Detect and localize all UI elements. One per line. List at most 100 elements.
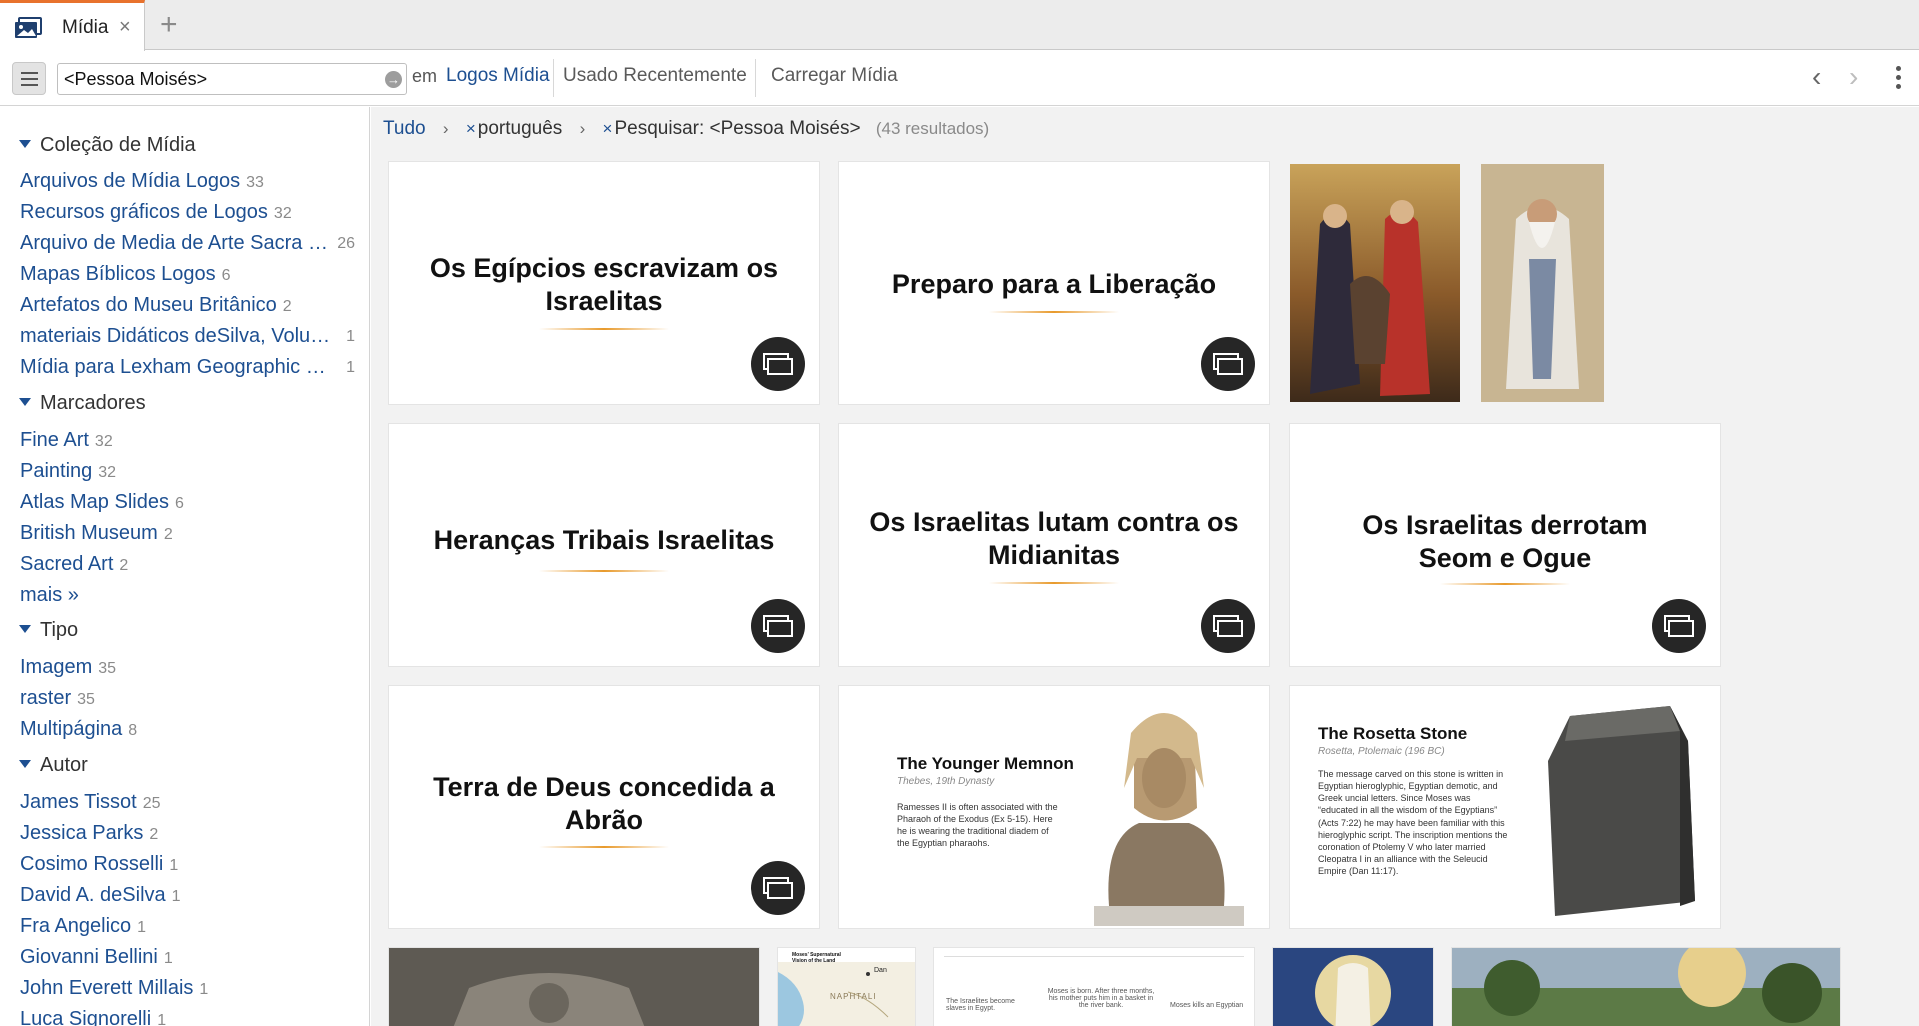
slide-body: Ramesses II is often associated with the… [897,802,1058,849]
add-tab-icon[interactable]: + [160,8,178,42]
remove-filter-icon[interactable]: × [603,119,613,138]
slide-title: Os Israelitas lutam contra os Midianitas [869,507,1239,570]
search-go-icon[interactable]: → [385,71,402,88]
divider [553,59,554,97]
facet-item[interactable]: raster 35 [20,687,365,710]
facet-item[interactable]: Fine Art 32 [20,429,365,452]
result-image[interactable] [1273,948,1433,1026]
facet-item[interactable]: Mapas Bíblicos Logos 6 [20,263,365,286]
result-card[interactable]: The Rosetta Stone Rosetta, Ptolemaic (19… [1290,686,1720,928]
collapse-triangle-icon [19,398,31,406]
result-image[interactable] [1290,164,1460,402]
collapse-triangle-icon [19,760,31,768]
facet-item[interactable]: Arquivo de Media de Arte Sacra Logos 26 [20,232,365,255]
facet-item[interactable]: John Everett Millais 1 [20,977,365,1000]
filter-search: Pesquisar: <Pessoa Moisés> [614,118,861,139]
facet-item[interactable]: Painting 32 [20,460,365,483]
section-collection[interactable]: Coleção de Mídia [19,134,196,157]
collapse-triangle-icon [19,140,31,148]
breadcrumb-all[interactable]: Tudo [383,118,426,139]
painting-thumbnail [1452,948,1840,1026]
slides-stack-icon[interactable] [751,599,805,653]
result-card[interactable]: Os Israelitas derrotam Seom e Ogue [1290,424,1720,666]
result-card[interactable]: The Younger Memnon Thebes, 19th Dynasty … [839,686,1269,928]
forward-arrow-icon[interactable]: › [1849,61,1858,93]
painting-thumbnail [1273,948,1433,1026]
result-card[interactable]: Os Israelitas lutam contra os Midianitas [839,424,1269,666]
facet-item[interactable]: British Museum 2 [20,522,365,545]
search-input[interactable] [58,64,376,94]
filter-sidebar: Coleção de Mídia Arquivos de Mídia Logos… [0,107,370,1026]
slides-stack-icon[interactable] [751,337,805,391]
facet-item[interactable]: Giovanni Bellini 1 [20,946,365,969]
search-box: → [57,63,407,95]
slides-stack-icon[interactable] [1652,599,1706,653]
facet-item[interactable]: Arquivos de Mídia Logos 33 [20,170,365,193]
breadcrumb-separator: › [579,119,586,138]
statue-thumbnail [1094,713,1244,926]
divider [539,570,669,572]
breadcrumb-separator: › [442,119,449,138]
map-city-label: Dan [874,967,887,974]
facet-item[interactable]: Jessica Parks 2 [20,822,365,845]
facet-item[interactable]: James Tissot 25 [20,791,365,814]
timeline-text: The Israelites become slaves in Egypt. [946,998,1015,1012]
facet-item[interactable]: Cosimo Rosselli 1 [20,853,365,876]
divider [539,846,669,848]
divider [539,328,669,330]
divider [944,956,1244,957]
remove-filter-icon[interactable]: × [466,119,476,138]
divider [755,59,756,97]
result-count: (43 resultados) [875,119,990,138]
facet-item[interactable]: Artefatos do Museu Britânico 2 [20,294,365,317]
result-image[interactable]: Moses’ Supernatural Vision of the Land D… [778,948,915,1026]
media-icon [15,17,42,38]
timeline-text: Moses kills an Egyptian [1170,1002,1244,1009]
section-type[interactable]: Tipo [19,619,78,642]
tab-media[interactable]: Mídia × [0,0,145,51]
slide-subtitle: Thebes, 19th Dynasty [897,776,995,787]
facet-item[interactable]: Recursos gráficos de Logos 32 [20,201,365,224]
result-image[interactable] [389,948,759,1026]
result-card[interactable]: Os Egípcios escravizam os Israelitas [389,162,819,404]
facet-item[interactable]: materiais Didáticos deSilva, Volume 11 [20,325,365,348]
slide-title: Os Israelitas derrotam Seom e Ogue [1362,510,1648,573]
facet-item[interactable]: Multipágina 8 [20,718,365,741]
close-icon[interactable]: × [119,16,131,39]
tab-bar: Mídia × + [0,0,1919,51]
facet-item[interactable]: Fra Angelico 1 [20,915,365,938]
result-image[interactable] [1481,164,1604,402]
facet-item[interactable]: Luca Signorelli 1 [20,1008,365,1026]
facet-item[interactable]: David A. deSilva 1 [20,884,365,907]
back-arrow-icon[interactable]: ‹ [1812,61,1821,93]
result-card[interactable]: The Israelites become slaves in Egypt. M… [934,948,1254,1026]
facet-item[interactable]: Mídia para Lexham Geographic Commentary1 [20,356,365,379]
facet-item[interactable]: Sacred Art 2 [20,553,365,576]
result-card[interactable]: Terra de Deus concedida a Abrão [389,686,819,928]
slides-stack-icon[interactable] [751,861,805,915]
painting-thumbnail [1290,164,1460,402]
menu-button[interactable] [12,62,46,95]
scope-prefix: em [412,66,438,86]
facet-item[interactable]: Imagem 35 [20,656,365,679]
result-image[interactable] [1452,948,1840,1026]
section-author[interactable]: Autor [19,754,88,777]
tab-label: Mídia [62,17,109,38]
slides-stack-icon[interactable] [1201,337,1255,391]
scope-logos-media[interactable]: Logos Mídia [446,65,550,87]
stone-thumbnail [1548,706,1695,916]
section-tags[interactable]: Marcadores [19,392,146,415]
slides-stack-icon[interactable] [1201,599,1255,653]
results-panel: Tudo › × português › × Pesquisar: <Pessoa … [371,107,1919,1026]
more-options-icon[interactable] [1896,66,1902,90]
collapse-triangle-icon [19,625,31,633]
result-card[interactable]: Heranças Tribais Israelitas [389,424,819,666]
divider [989,311,1119,313]
result-card[interactable]: Preparo para a Liberação [839,162,1269,404]
upload-media-link[interactable]: Carregar Mídia [771,65,898,87]
slide-title: Os Egípcios escravizam os Israelitas [429,253,779,316]
recently-used-link[interactable]: Usado Recentemente [563,65,747,87]
facet-item[interactable]: Atlas Map Slides 6 [20,491,365,514]
relief-thumbnail [389,948,759,1026]
more-tags-link[interactable]: mais » [20,584,365,607]
